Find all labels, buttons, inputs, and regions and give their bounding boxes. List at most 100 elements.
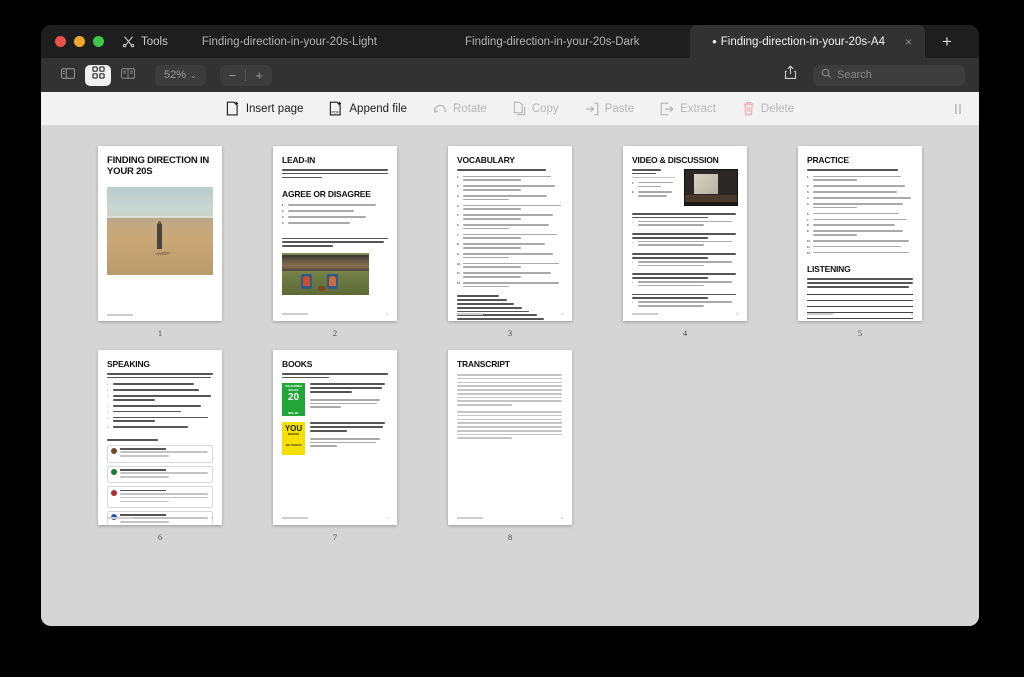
text-line xyxy=(463,233,557,236)
search-input[interactable]: Search xyxy=(813,64,965,86)
quote-question: • xyxy=(632,301,738,309)
page-thumbnail-3[interactable]: VOCABULARY 1. 2. 3. 4. 5. 6. 7. 8. 9. 10. 11. 12. 3 xyxy=(448,146,572,321)
text-line xyxy=(632,257,709,259)
zoom-in-button[interactable]: + xyxy=(246,68,272,83)
item-text xyxy=(813,185,913,189)
text-line xyxy=(457,295,500,298)
zoom-level-value: 52% xyxy=(164,69,187,81)
chevron-down-icon: ⌄ xyxy=(190,70,197,80)
text-line xyxy=(119,500,169,503)
question-text xyxy=(638,260,738,269)
discussion-quote: • xyxy=(632,293,738,309)
item-number: 3. xyxy=(807,191,810,195)
tab-dark[interactable]: Finding-direction-in-your-20s-Dark xyxy=(447,25,657,58)
book-2-cover-number: BADASS xyxy=(288,433,299,437)
text-line xyxy=(463,208,521,211)
append-file-button[interactable]: PDF Append file xyxy=(329,101,407,116)
page-cell-8[interactable]: TRANSCRIPT 8 8 xyxy=(423,350,598,542)
page-thumbnail-1[interactable]: FINDING DIRECTION IN YOUR 20S xyxy=(98,146,222,321)
text-line xyxy=(113,399,155,401)
text-line xyxy=(457,418,562,421)
text-line xyxy=(119,475,169,478)
text-line xyxy=(813,239,909,242)
page-thumbnail-6[interactable]: SPEAKING • • • • • • • 6 xyxy=(98,350,222,525)
zoom-level-selector[interactable]: 52% ⌄ xyxy=(155,64,206,86)
sidebar-toggle-button[interactable] xyxy=(55,65,81,86)
page-thumbnail-canvas[interactable]: FINDING DIRECTION IN YOUR 20S 1 LEAD-IN … xyxy=(41,126,979,626)
tab-a4[interactable]: • Finding-direction-in-your-20s-A4 × xyxy=(690,25,925,58)
item-text xyxy=(463,185,563,193)
delete-button[interactable]: Delete xyxy=(742,101,794,116)
text-line xyxy=(119,455,169,457)
page-number-label: 5 xyxy=(857,328,863,338)
discussion-quote: • xyxy=(632,273,738,288)
book-cover-defining-decade: THE DEFINING DECADE 20 MEG JAY xyxy=(282,383,305,417)
numbered-item: 5. xyxy=(807,202,913,211)
split-view-button[interactable] xyxy=(115,65,141,86)
numbered-item: 1. xyxy=(807,175,913,184)
text-line xyxy=(813,191,897,193)
minimize-window-button[interactable] xyxy=(74,36,85,47)
page-thumbnail-8[interactable]: TRANSCRIPT 8 xyxy=(448,350,572,525)
text-line xyxy=(813,202,903,205)
page-5-instruction xyxy=(807,169,913,171)
page-cell-7[interactable]: BOOKS THE DEFINING DECADE 20 MEG JAY YOU… xyxy=(248,350,423,542)
page-cell-2[interactable]: LEAD-IN AGREE OR DISAGREE 1. 2. 3. 4. 2 … xyxy=(248,146,423,338)
book-2-meta xyxy=(310,422,388,455)
page-7-footer: 7 xyxy=(282,516,388,520)
page-thumbnail-2[interactable]: LEAD-IN AGREE OR DISAGREE 1. 2. 3. 4. 2 xyxy=(273,146,397,321)
tools-menu-button[interactable]: Tools xyxy=(116,25,184,58)
video-thumbnail xyxy=(684,169,738,207)
item-text xyxy=(463,223,563,232)
thumbnail-grid-button[interactable] xyxy=(85,64,111,86)
tab-light[interactable]: Finding-direction-in-your-20s-Light xyxy=(184,25,395,58)
new-tab-button[interactable]: + xyxy=(925,25,969,58)
bullet-text xyxy=(113,404,213,409)
close-window-button[interactable] xyxy=(55,36,66,47)
page-8-footer: 8 xyxy=(457,516,563,520)
insert-page-button[interactable]: Insert page xyxy=(226,101,304,116)
page-cell-1[interactable]: FINDING DIRECTION IN YOUR 20S 1 xyxy=(73,146,248,338)
toolbar-drag-handle[interactable] xyxy=(955,103,961,114)
maximize-window-button[interactable] xyxy=(93,36,104,47)
bullet-glyph: • xyxy=(632,280,633,284)
speaking-bullet: • xyxy=(107,395,213,403)
footer-mark xyxy=(632,313,658,315)
text-line xyxy=(813,175,901,178)
figure-shadow xyxy=(154,250,171,256)
page-cell-3[interactable]: VOCABULARY 1. 2. 3. 4. 5. 6. 7. 8. 9. 10. 11. 12. 3… xyxy=(423,146,598,338)
book-1-cover-tag: MEG JAY xyxy=(288,411,299,415)
page-5-footer: 5 xyxy=(807,312,913,316)
page-cell-5[interactable]: PRACTICE 1. 2. 3. 4. 5. 6. 7. 8. 9. 10. 11. 12. LIS… xyxy=(773,146,948,338)
zoom-out-button[interactable]: − xyxy=(220,68,246,83)
book-1-cover-number: 20 xyxy=(287,391,300,403)
text-line xyxy=(638,264,704,267)
text-line xyxy=(457,381,562,384)
bullet-glyph: • xyxy=(632,301,633,305)
ruled-line xyxy=(807,299,913,301)
tab-close-icon[interactable]: × xyxy=(905,36,912,48)
rotate-button[interactable]: Rotate xyxy=(433,102,487,116)
insert-page-label: Insert page xyxy=(245,102,304,115)
text-line xyxy=(813,179,857,182)
bullet-text xyxy=(113,389,213,393)
text-line xyxy=(463,237,521,240)
page-cell-4[interactable]: VIDEO & DISCUSSION 1. 2. • • • • • 4 4 xyxy=(598,146,773,338)
text-line xyxy=(463,179,521,182)
text-line xyxy=(813,218,907,221)
page-thumbnail-4[interactable]: VIDEO & DISCUSSION 1. 2. • • • • • 4 xyxy=(623,146,747,321)
numbered-item: 12. xyxy=(457,281,563,290)
page-thumbnail-5[interactable]: PRACTICE 1. 2. 3. 4. 5. 6. 7. 8. 9. 10. 11. 12. LIS… xyxy=(798,146,922,321)
text-line xyxy=(113,395,211,397)
train-background xyxy=(282,255,369,272)
copy-button[interactable]: Copy xyxy=(513,101,559,116)
paste-button[interactable]: Paste xyxy=(585,102,634,116)
extract-button[interactable]: Extract xyxy=(660,102,716,116)
page-thumbnail-7[interactable]: BOOKS THE DEFINING DECADE 20 MEG JAY YOU… xyxy=(273,350,397,525)
share-button[interactable] xyxy=(777,64,803,86)
text-line xyxy=(113,404,201,407)
avatar xyxy=(110,448,117,455)
comment-card xyxy=(107,444,213,463)
item-number: 6. xyxy=(457,223,460,227)
page-cell-6[interactable]: SPEAKING • • • • • • • 6 6 xyxy=(73,350,248,542)
